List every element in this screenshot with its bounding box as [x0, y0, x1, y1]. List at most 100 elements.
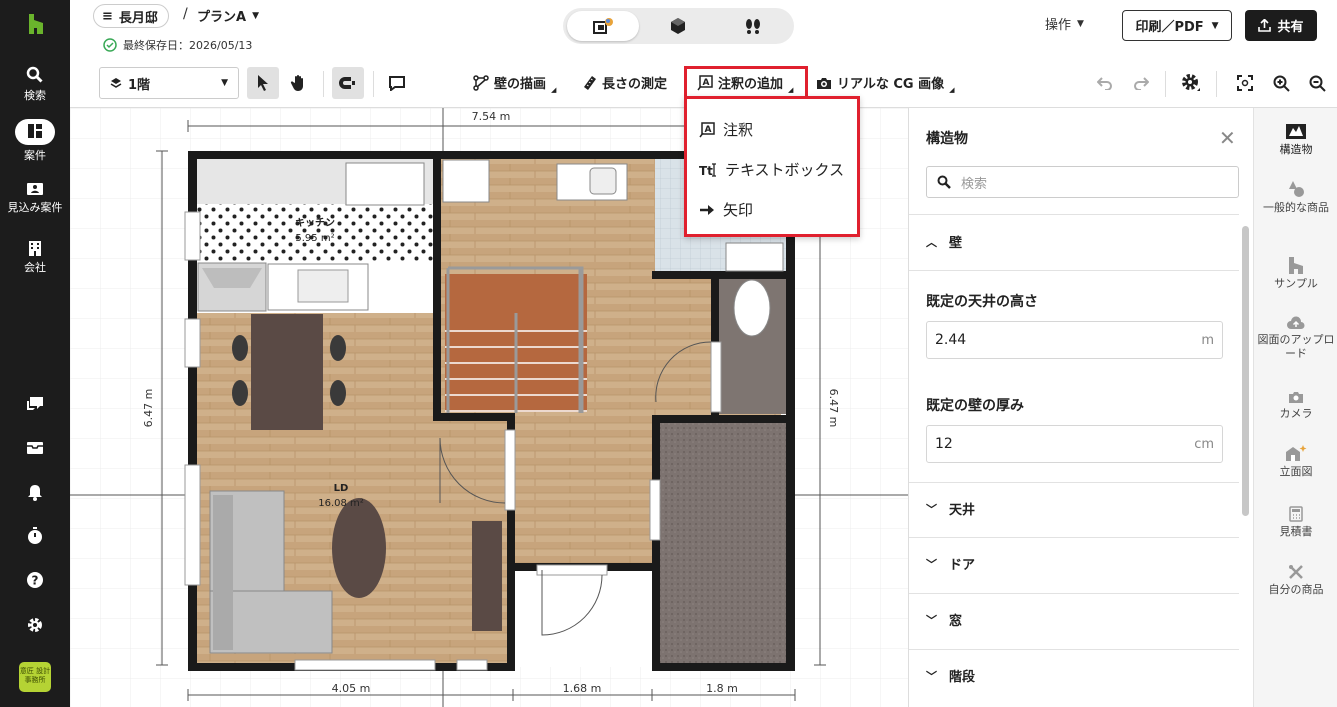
rightbar-item-generic-products[interactable]: 一般的な商品	[1254, 180, 1337, 215]
rightbar-item-camera[interactable]: カメラ	[1254, 390, 1337, 421]
zoom-in-button[interactable]	[1265, 67, 1297, 99]
close-icon[interactable]: ✕	[1219, 126, 1236, 150]
textbox-icon: Tt	[699, 162, 716, 177]
notifications-button[interactable]	[0, 484, 70, 504]
breadcrumb-separator: /	[183, 6, 188, 22]
floor-selector[interactable]: 1階 ▼	[99, 67, 239, 99]
section-label: ドア	[949, 558, 976, 573]
panel-search-input[interactable]: 検索	[926, 166, 1239, 198]
snap-tool-button[interactable]	[332, 67, 364, 99]
calculator-icon	[1289, 506, 1303, 522]
section-window-header[interactable]: ﹀ 窓	[926, 610, 962, 630]
pan-tool-button[interactable]	[283, 67, 315, 99]
sidebar-item-label: 見込み案件	[7, 201, 63, 214]
view-3d-button[interactable]	[642, 11, 714, 41]
wall-thickness-input[interactable]: 12 cm	[926, 425, 1223, 463]
print-pdf-button[interactable]: 印刷／PDF ▼	[1122, 10, 1232, 41]
svg-text:?: ?	[32, 574, 39, 588]
timer-button[interactable]	[0, 527, 70, 548]
measure-tool[interactable]: 長さの測定	[583, 73, 667, 92]
chat-button[interactable]	[0, 396, 70, 415]
view-settings-button[interactable]	[1175, 67, 1207, 99]
menu-item-textbox[interactable]: Tt テキストボックス	[699, 159, 844, 180]
saved-text: 最終保存日：2026/05/13	[123, 39, 253, 52]
dim-bottom-2: 1.68 m	[563, 682, 602, 695]
rightbar-item-elevation[interactable]: 立面図	[1254, 444, 1337, 479]
sidebar-item-company[interactable]: 会社	[0, 240, 70, 275]
divider	[909, 214, 1239, 215]
rightbar-item-estimate[interactable]: 見積書	[1254, 506, 1337, 539]
menu-item-annotation[interactable]: A 注釈	[699, 119, 753, 140]
redo-button[interactable]	[1125, 67, 1157, 99]
dim-top: 7.54 m	[472, 110, 511, 123]
zoom-out-icon	[1309, 75, 1326, 92]
zoom-in-icon	[1273, 75, 1290, 92]
menu-item-arrow[interactable]: 矢印	[699, 199, 753, 220]
section-door-header[interactable]: ﹀ ドア	[926, 554, 976, 574]
view-walkthrough-button[interactable]	[717, 11, 789, 41]
view-mode-toggle	[563, 8, 794, 44]
fit-to-screen-button[interactable]	[1229, 67, 1261, 99]
ceiling-height-input[interactable]: 2.44 m	[926, 321, 1223, 359]
rightbar-label: 自分の商品	[1268, 583, 1324, 596]
operations-menu[interactable]: 操作 ▼	[1045, 14, 1084, 33]
ceiling-height-label: 既定の天井の高さ	[926, 294, 1038, 310]
caret-down-icon: ▼	[221, 78, 228, 88]
3d-box-icon	[671, 18, 685, 34]
realistic-cg-tool[interactable]: リアルな CG 画像 ◢	[816, 73, 955, 94]
bell-icon	[28, 485, 42, 501]
camera-icon	[1289, 392, 1303, 403]
project-menu-button[interactable]: ≡ 長月邸	[93, 4, 169, 28]
rightbar-label: 構造物	[1279, 143, 1313, 156]
toolbar-divider	[1165, 71, 1166, 97]
settings-button[interactable]	[0, 616, 70, 637]
section-wall-header[interactable]: ︿ 壁	[926, 232, 963, 252]
caret-down-icon: ▼	[1211, 20, 1219, 31]
search-placeholder: 検索	[961, 176, 988, 192]
save-status: 最終保存日：2026/05/13	[103, 37, 252, 53]
section-stairs-header[interactable]: ﹀ 階段	[926, 666, 976, 686]
annotation-dropdown-menu: A 注釈 Tt テキストボックス 矢印	[684, 96, 860, 237]
corner-menu-icon: ◢	[551, 85, 557, 94]
undo-icon	[1097, 77, 1112, 90]
panel-scrollbar[interactable]	[1242, 226, 1249, 516]
timer-icon	[28, 527, 42, 544]
menu-item-label: テキストボックス	[725, 161, 845, 179]
inbox-button[interactable]	[0, 441, 70, 458]
rightbar-item-structure[interactable]: 構造物	[1254, 122, 1337, 157]
comment-tool-button[interactable]	[381, 67, 413, 99]
undo-button[interactable]	[1089, 67, 1121, 99]
ceiling-height-unit: m	[1201, 332, 1214, 348]
zoom-out-button[interactable]	[1301, 67, 1333, 99]
sidebar-item-search[interactable]: 検索	[0, 66, 70, 103]
svg-text:A: A	[705, 125, 712, 135]
houzz-logo-icon[interactable]	[26, 14, 46, 34]
floor-label: 1階	[128, 77, 151, 93]
rightbar-item-my-products[interactable]: 自分の商品	[1254, 564, 1337, 597]
section-ceiling-header[interactable]: ﹀ 天井	[926, 499, 975, 519]
structure-panel: 構造物 ✕ 検索 ︿ 壁 既定の天井の高さ 2.44 m 既定の壁の厚み 12 …	[908, 108, 1253, 707]
camera-icon	[817, 77, 831, 89]
help-button[interactable]: ?	[0, 572, 70, 591]
caret-down-icon: ▼	[252, 10, 259, 21]
draw-wall-tool[interactable]: 壁の描画 ◢	[473, 73, 557, 94]
rightbar-item-sample[interactable]: サンプル	[1254, 256, 1337, 291]
dim-bottom-1: 4.05 m	[332, 682, 371, 695]
view-2d-3d-button[interactable]	[567, 11, 639, 41]
toolbar-divider	[1216, 71, 1217, 97]
chevron-down-icon: ﹀	[926, 613, 937, 627]
section-wall-label: 壁	[949, 236, 963, 251]
plan-selector[interactable]: プランA ▼	[197, 6, 259, 25]
sidebar-item-projects[interactable]: 案件	[0, 119, 70, 163]
share-button[interactable]: 共有	[1245, 10, 1317, 41]
section-label: 階段	[949, 670, 976, 685]
select-tool-button[interactable]	[247, 67, 279, 99]
gear-icon	[1182, 74, 1200, 91]
draw-wall-icon	[473, 74, 489, 91]
projects-icon	[28, 123, 42, 138]
sidebar-item-label: 案件	[24, 149, 46, 162]
rightbar-label: 見積書	[1279, 525, 1313, 538]
avatar[interactable]: 意匠 設計事務所	[19, 662, 51, 692]
rightbar-item-upload[interactable]: 図面のアップロード	[1254, 316, 1337, 361]
sidebar-item-leads[interactable]: 見込み案件	[0, 182, 70, 215]
